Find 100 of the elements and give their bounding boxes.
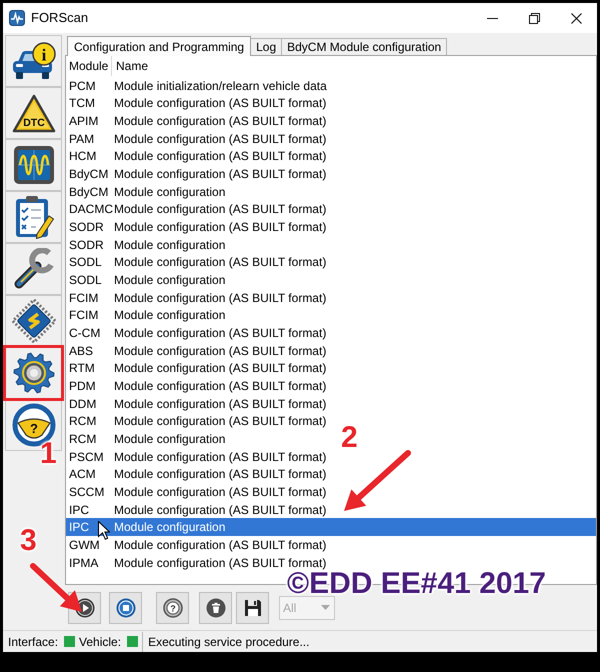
table-row[interactable]: PDM Module configuration (AS BUILT format) [66, 377, 328, 395]
table-cell[interactable]: IPC [66, 518, 112, 536]
table-cell[interactable]: Module configuration (AS BUILT format) [112, 554, 328, 572]
table-row[interactable]: BdyCM Module configuration (AS BUILT format) [66, 165, 328, 183]
table-cell[interactable]: RCM [66, 412, 112, 430]
table-row[interactable]: TCM Module configuration (AS BUILT format) [66, 94, 328, 112]
table-cell[interactable]: Module configuration (AS BUILT format) [112, 165, 328, 183]
table-row[interactable]: RCM Module configuration [66, 430, 228, 448]
table-cell[interactable]: Module configuration (AS BUILT format) [112, 465, 328, 484]
table-cell[interactable]: HCM [66, 148, 112, 166]
table-row[interactable]: FCIM Module configuration [66, 306, 228, 324]
column-header[interactable]: Module [66, 56, 112, 76]
tab[interactable]: Configuration and Programming [67, 36, 252, 56]
table-cell[interactable]: Module configuration (AS BUILT format) [112, 324, 328, 342]
table-row[interactable]: IPMA Module configuration (AS BUILT format) [66, 554, 328, 572]
sidebar-button[interactable]: DTC [5, 87, 62, 139]
sidebar-button[interactable] [5, 191, 62, 243]
table-cell[interactable]: PDM [66, 377, 112, 395]
table-cell[interactable]: Module configuration [112, 518, 228, 536]
table-cell[interactable]: DACMC [66, 200, 112, 218]
table-cell[interactable]: ACM [66, 465, 112, 484]
sidebar-button[interactable] [5, 139, 62, 191]
table-row[interactable]: SODR Module configuration (AS BUILT format) [66, 218, 328, 236]
table-row[interactable]: FCIM Module configuration (AS BUILT format) [66, 288, 328, 307]
table-row[interactable]: SCCM Module configuration (AS BUILT format) [66, 483, 328, 501]
table-cell[interactable]: PSCM [66, 448, 112, 466]
table-cell[interactable]: PCM [66, 77, 112, 95]
table-cell[interactable]: DDM [66, 394, 112, 412]
table-cell[interactable]: Module configuration [112, 430, 228, 448]
table-row[interactable]: PSCM Module configuration (AS BUILT format) [66, 448, 328, 466]
table-cell[interactable]: SODL [66, 254, 112, 272]
table-row[interactable]: ACM Module configuration (AS BUILT format) [66, 465, 328, 484]
table-cell[interactable]: RTM [66, 360, 112, 378]
table-row[interactable]: GWM Module configuration (AS BUILT format) [66, 536, 328, 554]
table-cell[interactable]: SCCM [66, 483, 112, 501]
table-row[interactable]: SODL Module configuration (AS BUILT format) [66, 254, 328, 272]
table-cell[interactable]: C-CM [66, 324, 112, 342]
table-cell[interactable]: Module configuration (AS BUILT format) [112, 360, 328, 378]
table-cell[interactable]: Module configuration [112, 236, 228, 254]
table-cell[interactable]: SODR [66, 218, 112, 236]
table-cell[interactable]: FCIM [66, 306, 112, 324]
table-cell[interactable]: Module configuration [112, 182, 228, 201]
table-cell[interactable]: FCIM [66, 288, 112, 307]
table-cell[interactable]: RCM [66, 430, 112, 448]
table-cell[interactable]: IPC [66, 500, 112, 518]
table-cell[interactable]: PAM [66, 130, 112, 148]
table-row[interactable]: IPC Module configuration [66, 518, 596, 536]
table-row[interactable]: DDM Module configuration (AS BUILT format) [66, 394, 328, 412]
table-cell[interactable]: Module configuration (AS BUILT format) [112, 483, 328, 501]
sidebar-button[interactable] [5, 347, 62, 399]
table-cell[interactable]: Module configuration (AS BUILT format) [112, 536, 328, 554]
table-row[interactable]: DACMC Module configuration (AS BUILT format) [66, 200, 328, 218]
table-cell[interactable]: SODL [66, 271, 112, 289]
table-row[interactable]: APIM Module configuration (AS BUILT format) [66, 112, 328, 130]
table-cell[interactable]: GWM [66, 536, 112, 554]
tab[interactable]: Log [251, 38, 282, 55]
table-cell[interactable]: Module configuration (AS BUILT format) [112, 148, 328, 166]
table-cell[interactable]: Module configuration (AS BUILT format) [112, 288, 328, 307]
table-cell[interactable]: BdyCM [66, 165, 112, 183]
sidebar-button[interactable]: i [5, 35, 62, 87]
table-cell[interactable]: TCM [66, 94, 112, 112]
save-button[interactable] [236, 592, 269, 624]
table-cell[interactable]: Module configuration (AS BUILT format) [112, 112, 328, 130]
table-row[interactable]: HCM Module configuration (AS BUILT format) [66, 148, 328, 166]
table-cell[interactable]: IPMA [66, 554, 112, 572]
table-cell[interactable]: Module configuration (AS BUILT format) [112, 94, 328, 112]
table-cell[interactable]: Module configuration [112, 271, 228, 289]
table-row[interactable]: C-CM Module configuration (AS BUILT format) [66, 324, 328, 342]
table-cell[interactable]: Module configuration (AS BUILT format) [112, 254, 328, 272]
table-row[interactable]: RTM Module configuration (AS BUILT format) [66, 360, 328, 378]
table-row[interactable]: PAM Module configuration (AS BUILT format) [66, 130, 328, 148]
tab[interactable]: BdyCM Module configuration [282, 38, 448, 55]
table-cell[interactable]: Module configuration (AS BUILT format) [112, 448, 328, 466]
table-row[interactable]: ABS Module configuration (AS BUILT format) [66, 342, 328, 360]
help-button[interactable]: ? [156, 592, 189, 624]
table-row[interactable]: PCM Module initialization/relearn vehicle data [66, 77, 329, 95]
table-cell[interactable]: ABS [66, 342, 112, 360]
table-cell[interactable]: SODR [66, 236, 112, 254]
table-cell[interactable]: Module configuration (AS BUILT format) [112, 377, 328, 395]
table-row[interactable]: BdyCM Module configuration [66, 182, 228, 201]
table-cell[interactable]: Module configuration (AS BUILT format) [112, 200, 328, 218]
table-cell[interactable]: Module configuration (AS BUILT format) [112, 130, 328, 148]
table-cell[interactable]: Module configuration (AS BUILT format) [112, 412, 328, 430]
table-cell[interactable]: Module initialization/relearn vehicle data [112, 77, 329, 95]
table-cell[interactable]: APIM [66, 112, 112, 130]
table-cell[interactable]: BdyCM [66, 182, 112, 201]
table-cell[interactable]: Module configuration (AS BUILT format) [112, 218, 328, 236]
column-header[interactable]: Name [112, 56, 152, 76]
sidebar-button[interactable] [5, 243, 62, 295]
table-row[interactable]: SODL Module configuration [66, 271, 228, 289]
delete-button[interactable] [199, 592, 232, 624]
stop-button[interactable] [109, 592, 142, 624]
table-row[interactable]: IPC Module configuration (AS BUILT format) [66, 500, 328, 518]
sidebar-button[interactable] [5, 295, 62, 347]
table-cell[interactable]: Module configuration (AS BUILT format) [112, 394, 328, 412]
table-cell[interactable]: Module configuration [112, 306, 228, 324]
table-cell[interactable]: Module configuration (AS BUILT format) [112, 500, 328, 518]
table-cell[interactable]: Module configuration (AS BUILT format) [112, 342, 328, 360]
table-row[interactable]: RCM Module configuration (AS BUILT format) [66, 412, 328, 430]
table-row[interactable]: SODR Module configuration [66, 236, 228, 254]
